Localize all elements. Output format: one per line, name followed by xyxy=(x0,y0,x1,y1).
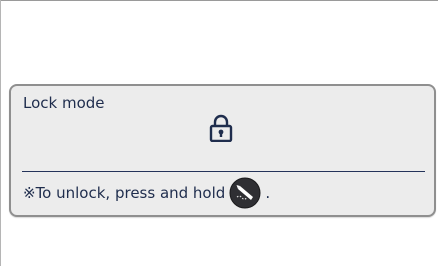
dialog-title: Lock mode xyxy=(23,94,105,112)
lock-icon xyxy=(209,114,233,143)
unlock-hint: ※To unlock, press and hold . xyxy=(23,176,270,210)
unlock-hint-text: ※To unlock, press and hold xyxy=(23,184,226,202)
window-left-border xyxy=(0,0,1,266)
unlock-hint-period: . xyxy=(265,184,271,202)
dialog-divider xyxy=(22,171,425,172)
lock-mode-dialog: Lock mode ※To unlock, press and hold . xyxy=(9,84,436,217)
pen-key-icon xyxy=(229,177,261,209)
window-top-border xyxy=(0,0,438,1)
